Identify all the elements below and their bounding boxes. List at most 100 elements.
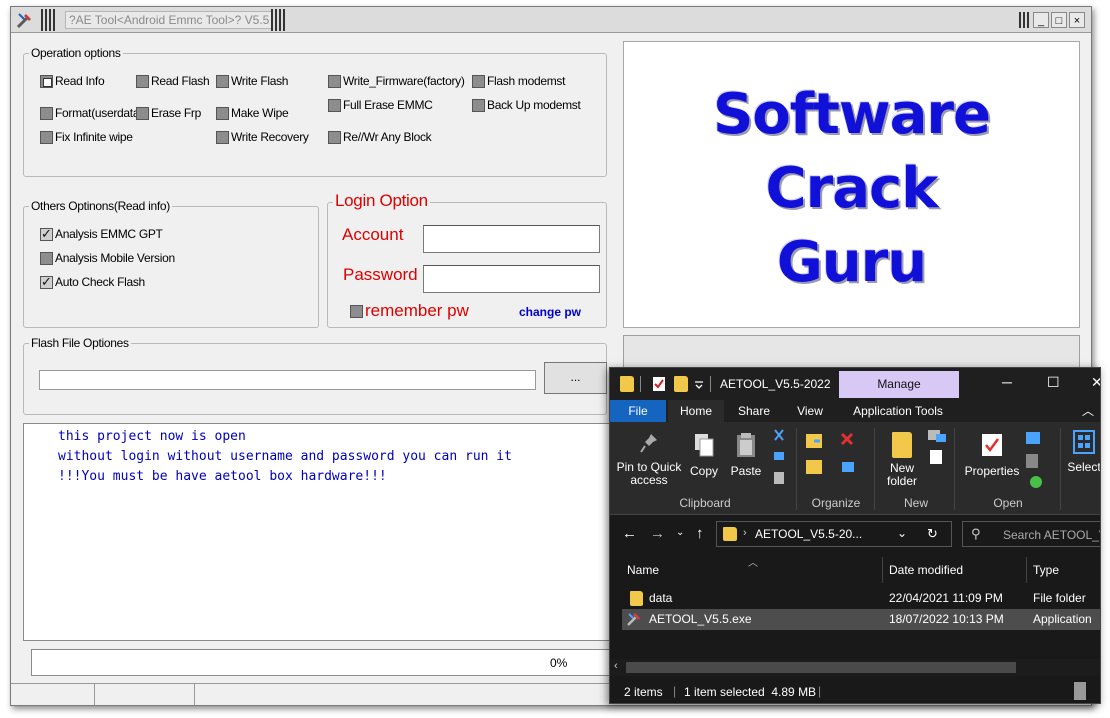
log-line: this project now is open: [58, 429, 246, 444]
option-write-flash[interactable]: Write Flash: [216, 74, 288, 88]
option-rewr-any-block[interactable]: Re//Wr Any Block: [328, 130, 432, 144]
option-format-userdata[interactable]: Format(userdata): [40, 106, 143, 120]
tab-view[interactable]: View: [786, 400, 834, 422]
new-item-icons[interactable]: [926, 428, 950, 468]
option-write-recovery[interactable]: Write Recovery: [216, 130, 309, 144]
analysis-emmc-gpt-checkbox[interactable]: [40, 226, 53, 242]
column-date-modified[interactable]: Date modified: [889, 563, 963, 577]
refresh-icon[interactable]: ↻: [927, 526, 938, 542]
option-label: Back Up modemst: [487, 98, 581, 112]
log-line: without login without username and passw…: [58, 449, 512, 464]
others-options-label: Others Optinons(Read info): [29, 199, 172, 213]
browse-button[interactable]: ...: [544, 362, 607, 394]
properties-button[interactable]: Properties: [960, 432, 1024, 478]
collapse-ribbon-icon[interactable]: ︿: [1082, 402, 1094, 419]
properties-icon[interactable]: [652, 376, 666, 392]
make-wipe-radio[interactable]: [216, 106, 229, 120]
fix-infinite-wipe-radio[interactable]: [40, 130, 53, 144]
option-flash-modemst[interactable]: Flash modemst: [472, 74, 565, 88]
close-icon[interactable]: ✕: [1091, 374, 1100, 391]
search-box[interactable]: ⚲ Search AETOOL_V...: [962, 521, 1100, 547]
scrollbar-thumb[interactable]: [626, 662, 1016, 673]
forward-icon[interactable]: →: [650, 525, 665, 542]
write-firmware-radio[interactable]: [328, 74, 341, 88]
account-input[interactable]: [423, 225, 600, 253]
maximize-icon[interactable]: ☐: [1047, 374, 1060, 391]
file-date: 18/07/2022 10:13 PM: [889, 612, 1004, 626]
tab-file[interactable]: File: [610, 400, 666, 422]
item-count: 2 items: [624, 685, 663, 699]
controls-grip: [1019, 12, 1029, 28]
column-name[interactable]: Name: [627, 563, 659, 577]
remember-pw-option[interactable]: remember pw: [350, 301, 469, 321]
status-cell: [95, 684, 195, 705]
address-dropdown-icon[interactable]: ⌄: [897, 526, 907, 540]
pin-icon: [640, 434, 657, 453]
option-analysis-emmc-gpt[interactable]: Analysis EMMC GPT: [40, 226, 163, 242]
flash-file-path-input[interactable]: [39, 370, 536, 390]
tab-share[interactable]: Share: [728, 400, 780, 422]
option-write-firmware[interactable]: Write_Firmware(factory): [328, 74, 465, 88]
scroll-left-icon[interactable]: ‹: [614, 660, 618, 672]
option-read-info[interactable]: Read Info: [40, 74, 105, 88]
option-full-erase-emmc[interactable]: Full Erase EMMC: [328, 98, 433, 112]
column-type[interactable]: Type: [1033, 563, 1059, 577]
password-label: Password: [343, 265, 418, 284]
properties-icon: [982, 434, 1002, 456]
status-cell: [11, 684, 95, 705]
remember-pw-checkbox[interactable]: [350, 304, 363, 318]
full-erase-emmc-radio[interactable]: [328, 98, 341, 112]
logo-line-3: Guru: [776, 230, 927, 295]
analysis-mobile-version-checkbox[interactable]: [40, 251, 53, 265]
log-line: !!!You must be have aetool box hardware!…: [58, 469, 387, 484]
horizontal-scrollbar[interactable]: ‹: [610, 659, 1100, 676]
new-folder-icon[interactable]: [674, 376, 688, 392]
option-auto-check-flash[interactable]: Auto Check Flash: [40, 274, 145, 290]
change-pw-link[interactable]: change pw: [519, 305, 581, 319]
new-folder-button[interactable]: New folder: [882, 432, 922, 488]
address-bar[interactable]: › AETOOL_V5.5-20... ⌄ ↻: [716, 521, 952, 547]
cut-copy-path-icons[interactable]: [772, 428, 786, 488]
maximize-button[interactable]: □: [1051, 12, 1067, 28]
chevron-down-icon[interactable]: [694, 380, 704, 390]
write-flash-radio[interactable]: [216, 74, 229, 88]
recent-locations-icon[interactable]: ⌄: [676, 527, 684, 538]
close-button[interactable]: ×: [1069, 12, 1085, 28]
backup-modemst-radio[interactable]: [472, 98, 485, 112]
option-erase-frp[interactable]: Erase Frp: [136, 106, 201, 120]
tab-home[interactable]: Home: [668, 400, 724, 422]
explorer-title: AETOOL_V5.5-2022: [720, 377, 831, 391]
format-userdata-radio[interactable]: [40, 106, 53, 120]
flash-modemst-radio[interactable]: [472, 74, 485, 88]
manage-tab[interactable]: Manage: [839, 371, 959, 398]
password-input[interactable]: [423, 265, 600, 293]
details-view-icon[interactable]: [1074, 682, 1086, 700]
rewr-any-block-radio[interactable]: [328, 130, 341, 144]
select-button[interactable]: Select: [1064, 430, 1100, 474]
file-row-aetool-exe[interactable]: AETOOL_V5.5.exe 18/07/2022 10:13 PM Appl…: [622, 609, 1100, 630]
option-backup-modemst[interactable]: Back Up modemst: [472, 98, 581, 112]
option-fix-infinite-wipe[interactable]: Fix Infinite wipe: [40, 130, 133, 144]
erase-frp-radio[interactable]: [136, 106, 149, 120]
option-make-wipe[interactable]: Make Wipe: [216, 106, 289, 120]
pin-to-quick-access-button[interactable]: Pin to Quick access: [616, 432, 682, 487]
open-icons[interactable]: [1024, 430, 1048, 490]
tab-application-tools[interactable]: Application Tools: [842, 400, 954, 422]
paste-button[interactable]: Paste: [726, 432, 766, 478]
back-icon[interactable]: ←: [622, 525, 637, 542]
option-read-flash[interactable]: Read Flash: [136, 74, 210, 88]
auto-check-flash-checkbox[interactable]: [40, 274, 53, 290]
copy-button[interactable]: Copy: [686, 432, 722, 478]
up-icon[interactable]: ↑: [696, 525, 704, 542]
minimize-button[interactable]: _: [1033, 12, 1049, 28]
read-info-radio[interactable]: [40, 74, 53, 88]
read-flash-radio[interactable]: [136, 74, 149, 88]
file-row-data[interactable]: data 22/04/2021 11:09 PM File folder: [622, 588, 1100, 609]
write-recovery-radio[interactable]: [216, 130, 229, 144]
option-analysis-mobile-version[interactable]: Analysis Mobile Version: [40, 251, 175, 265]
paste-icon: [737, 433, 755, 457]
log-output[interactable]: this project now is open without login w…: [23, 423, 611, 641]
organize-icons[interactable]: [806, 432, 870, 482]
operation-options-group: Operation options Read Info Read Flash W…: [23, 46, 607, 177]
minimize-icon[interactable]: ─: [1002, 374, 1012, 390]
